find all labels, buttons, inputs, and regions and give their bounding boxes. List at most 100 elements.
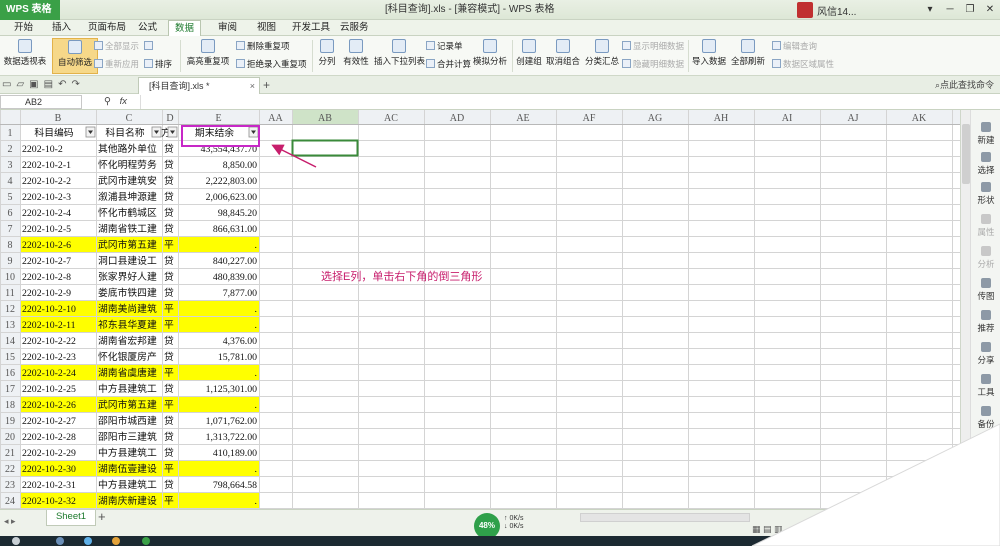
panel-upload-image[interactable]: 传图 [971, 278, 1000, 302]
row-header[interactable]: 6 [8, 208, 13, 219]
table-cell[interactable]: 张家界好人建 [98, 270, 157, 283]
delete-duplicates-button[interactable]: 删除重复项 [236, 40, 290, 53]
app-icon[interactable] [112, 537, 120, 545]
row-header[interactable]: 24 [5, 496, 15, 507]
column-header-ab[interactable]: AB [318, 113, 332, 124]
table-cell[interactable]: 1,071,762.00 [206, 416, 258, 427]
table-cell[interactable]: 2202-10-2-28 [22, 432, 76, 443]
tab-review[interactable]: 审阅 [212, 20, 243, 36]
table-cell[interactable]: 中方县建筑工 [98, 382, 157, 395]
tab-page-layout[interactable]: 页面布局 [82, 20, 132, 36]
row-header[interactable]: 5 [8, 192, 13, 203]
table-cell[interactable]: 平 [164, 400, 174, 411]
row-header[interactable]: 14 [5, 336, 15, 347]
edit-query-button[interactable]: 编辑查询 [772, 40, 817, 53]
table-cell[interactable]: 溆浦县坤源建 [98, 190, 157, 203]
table-cell[interactable]: 武冈市第五建 [98, 398, 157, 411]
redo-icon[interactable]: ↷ [71, 78, 79, 92]
table-cell[interactable]: 2202-10-2-5 [22, 224, 71, 235]
reapply-button[interactable]: 重新应用 [94, 58, 139, 71]
table-cell[interactable]: 怀化市鹤城区 [98, 206, 157, 219]
column-header-af[interactable]: AF [583, 113, 596, 124]
highlight-duplicates-button[interactable]: 高亮重复项 [184, 38, 232, 74]
fx-button[interactable]: fx [120, 96, 127, 107]
table-cell[interactable]: 2202-10-2-6 [22, 240, 71, 251]
table-cell[interactable]: 8,850.00 [223, 160, 257, 171]
panel-share[interactable]: 分享 [971, 342, 1000, 366]
table-cell[interactable]: 2202-10-2-25 [22, 384, 76, 395]
table-cell[interactable]: 98,845.20 [218, 208, 257, 219]
vertical-scrollbar[interactable] [961, 110, 971, 509]
table-cell[interactable]: 平 [164, 368, 174, 379]
subtotal-button[interactable]: 分类汇总 [584, 38, 620, 74]
row-header[interactable]: 21 [5, 448, 15, 459]
import-data-button[interactable]: 导入数据 [690, 38, 728, 74]
table-cell[interactable]: 贷 [164, 350, 174, 363]
formula-input[interactable] [140, 95, 960, 109]
table-cell[interactable]: . [255, 368, 257, 379]
row-header[interactable]: 2 [8, 144, 13, 155]
save-icon[interactable]: ▣ [29, 78, 38, 92]
command-search[interactable]: ⌕点此查找命令 [935, 78, 994, 92]
table-cell[interactable]: 贷 [164, 254, 174, 267]
table-cell[interactable]: 湖南省宏邦建 [98, 334, 157, 347]
document-tab[interactable]: [科目查询].xls * × [138, 77, 260, 94]
table-cell[interactable]: 2202-10-2-31 [22, 480, 76, 491]
column-header-ac[interactable]: AC [384, 113, 398, 124]
column-header-aa[interactable]: AA [268, 113, 283, 124]
table-cell[interactable]: 2202-10-2-4 [22, 208, 71, 219]
spreadsheet-grid[interactable]: B C D E AA AB AC AD AE AF AG AH AI AJ AK 1 科目编码 科目名称方期末结余… [0, 110, 960, 509]
row-header[interactable]: 10 [5, 272, 15, 283]
table-cell[interactable]: 2202-10-2-26 [22, 400, 76, 411]
panel-recommend[interactable]: 推荐 [971, 310, 1000, 334]
name-box[interactable]: AB2 [0, 95, 82, 109]
start-icon[interactable] [12, 537, 20, 545]
table-cell[interactable]: 2202-10-2-32 [22, 496, 76, 507]
tab-insert[interactable]: 插入 [46, 20, 77, 36]
row-header[interactable]: 23 [5, 480, 15, 491]
table-cell[interactable]: 2202-10-2-2 [22, 176, 71, 187]
zoom-search-icon[interactable]: ⚲ [104, 96, 111, 107]
table-cell[interactable]: 湖南省铁工建 [98, 222, 157, 235]
table-cell[interactable]: . [255, 240, 257, 251]
table-cell[interactable]: 贷 [164, 142, 174, 155]
sort-ascending-button[interactable] [144, 40, 155, 53]
table-cell[interactable]: 2202-10-2-30 [22, 464, 76, 475]
row-header[interactable]: 16 [5, 368, 15, 379]
table-cell[interactable]: 2,006,623.00 [206, 192, 258, 203]
auto-filter-button[interactable]: 自动筛选 [52, 38, 98, 74]
panel-select[interactable]: 选择 [971, 152, 1000, 176]
column-header-ad[interactable]: AD [450, 113, 464, 124]
row-header[interactable]: 12 [5, 304, 15, 315]
table-cell[interactable]: 祁东县华夏建 [98, 318, 157, 331]
ribbon-toggle-button[interactable]: ▾ [920, 0, 940, 20]
tab-developer[interactable]: 开发工具 [286, 20, 336, 36]
table-cell[interactable]: . [255, 320, 257, 331]
table-cell[interactable]: 贷 [164, 270, 174, 283]
maximize-button[interactable]: ❐ [960, 0, 980, 20]
tab-home[interactable]: 开始 [8, 20, 39, 36]
table-cell[interactable]: 中方县建筑工 [98, 446, 157, 459]
row-header[interactable]: 18 [5, 400, 15, 411]
table-cell[interactable]: 贷 [164, 222, 174, 235]
table-cell[interactable]: 4,376.00 [223, 336, 257, 347]
table-cell[interactable]: . [255, 304, 257, 315]
table-cell[interactable]: 2202-10-2-8 [22, 272, 71, 283]
table-cell[interactable]: 贷 [164, 174, 174, 187]
hide-detail-button[interactable]: 隐藏明细数据 [622, 58, 684, 71]
table-cell[interactable]: 平 [164, 320, 174, 331]
row-header[interactable]: 11 [5, 288, 15, 299]
table-cell[interactable]: 贷 [164, 430, 174, 443]
selected-cell[interactable] [291, 139, 359, 157]
table-cell[interactable]: 2202-10-2-11 [22, 320, 76, 331]
table-cell[interactable]: 武冈市建筑安 [98, 174, 157, 187]
show-all-button[interactable]: 全部显示 [94, 40, 139, 53]
table-cell[interactable]: 湖南庆新建设 [98, 494, 157, 507]
row-header[interactable]: 17 [5, 384, 15, 395]
table-cell[interactable]: 平 [164, 496, 174, 507]
table-cell[interactable]: 798,664.58 [213, 480, 257, 491]
row-header[interactable]: 22 [5, 464, 15, 475]
table-cell[interactable]: 邵阳市城西建 [98, 414, 157, 427]
column-header-e[interactable]: E [215, 113, 221, 124]
row-header[interactable]: 13 [5, 320, 15, 331]
